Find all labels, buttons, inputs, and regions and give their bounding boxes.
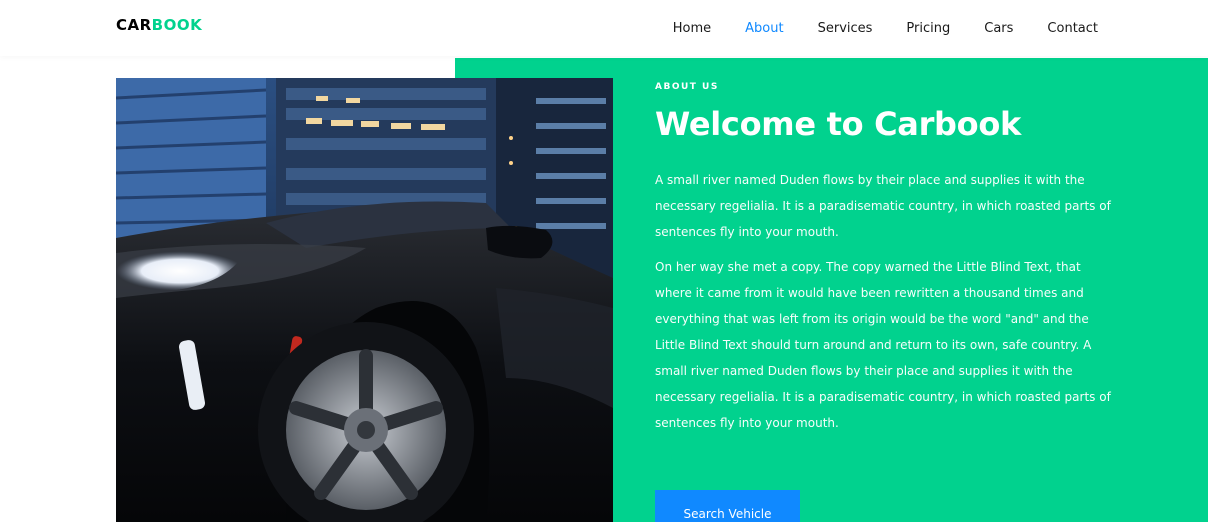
brand-logo-part2: BOOK (151, 16, 203, 34)
car-photo-illustration (116, 78, 613, 522)
section-title: Welcome to Carbook (655, 105, 1022, 143)
nav-about[interactable]: About (745, 21, 783, 36)
nav-home[interactable]: Home (673, 21, 711, 36)
about-paragraph-2: On her way she met a copy. The copy warn… (655, 260, 1111, 430)
brand-logo[interactable]: CARBOOK (116, 16, 202, 34)
brand-logo-part1: CAR (116, 16, 152, 34)
about-paragraph-1: A small river named Duden flows by their… (655, 173, 1111, 239)
nav-cars[interactable]: Cars (984, 21, 1013, 36)
section-eyebrow: ABOUT US (655, 82, 719, 92)
navbar: CARBOOK Home About Services Pricing Cars… (0, 0, 1208, 56)
about-section: ABOUT US Welcome to Carbook A small rive… (655, 82, 1115, 436)
nav-services[interactable]: Services (818, 21, 873, 36)
main-nav: Home About Services Pricing Cars Contact (639, 0, 1098, 56)
search-vehicle-button[interactable]: Search Vehicle (655, 490, 800, 522)
about-car-image (116, 78, 613, 522)
nav-pricing[interactable]: Pricing (906, 21, 950, 36)
nav-contact[interactable]: Contact (1047, 21, 1098, 36)
